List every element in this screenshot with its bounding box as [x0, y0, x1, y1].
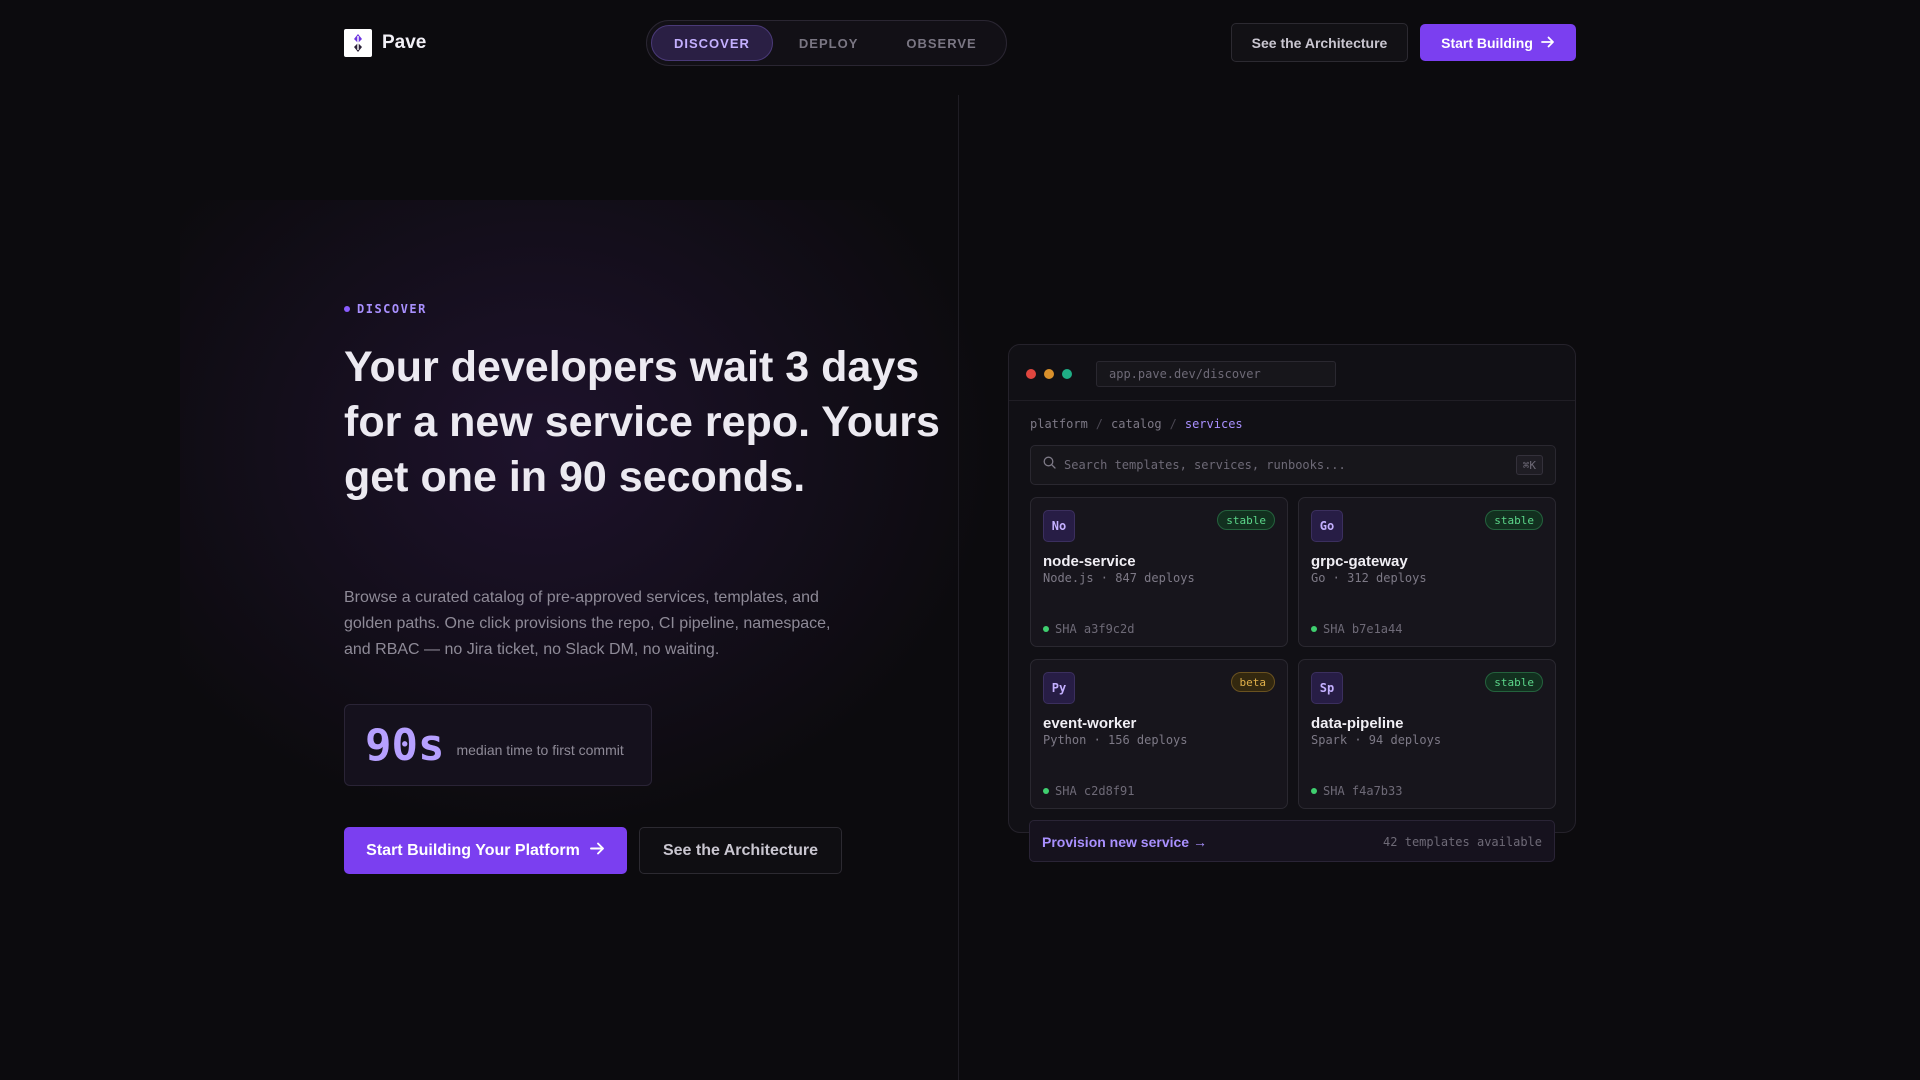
sha-text: SHA b7e1a44 — [1323, 622, 1403, 636]
status-badge: stable — [1485, 510, 1543, 530]
service-name: event-worker — [1043, 715, 1137, 732]
service-card-event-worker[interactable]: Py beta event-worker Python · 156 deploy… — [1030, 659, 1288, 809]
section-eyebrow: DISCOVER — [344, 302, 427, 316]
window-maximize-dot-icon — [1062, 369, 1072, 379]
eyebrow-label: DISCOVER — [357, 302, 427, 316]
tab-deploy[interactable]: DEPLOY — [777, 25, 880, 61]
breadcrumb-catalog[interactable]: catalog — [1111, 417, 1162, 431]
stat-value: 90s — [365, 719, 445, 771]
tab-discover[interactable]: DISCOVER — [651, 25, 773, 61]
status-dot-icon — [1311, 626, 1317, 632]
service-meta: Go · 312 deploys — [1311, 571, 1427, 585]
service-avatar: No — [1043, 510, 1075, 542]
stat-label: median time to first commit — [456, 742, 624, 758]
status-dot-icon — [1311, 788, 1317, 794]
breadcrumb-platform[interactable]: platform — [1030, 417, 1088, 431]
status-badge: beta — [1230, 672, 1275, 692]
status-dot-icon — [1043, 788, 1049, 794]
window-close-dot-icon — [1026, 369, 1036, 379]
service-card-node-service[interactable]: No stable node-service Node.js · 847 dep… — [1030, 497, 1288, 647]
cta-primary-label: Start Building Your Platform — [366, 841, 580, 859]
brand-name: Pave — [382, 32, 427, 53]
service-card-grpc-gateway[interactable]: Go stable grpc-gateway Go · 312 deploys … — [1298, 497, 1556, 647]
app-preview-window: app.pave.dev/discover platform / catalog… — [1008, 344, 1576, 833]
service-meta: Spark · 94 deploys — [1311, 733, 1442, 747]
pave-logo-icon — [344, 29, 372, 57]
status-badge: stable — [1217, 510, 1275, 530]
url-bar[interactable]: app.pave.dev/discover — [1096, 361, 1336, 387]
search-icon — [1043, 456, 1056, 474]
start-building-button[interactable]: Start Building — [1420, 24, 1576, 61]
see-architecture-button[interactable]: See the Architecture — [1231, 23, 1408, 62]
service-sha: SHA f4a7b33 — [1311, 784, 1402, 798]
stat-box: 90s median time to first commit — [344, 704, 652, 786]
sha-text: SHA a3f9c2d — [1055, 622, 1135, 636]
hero-subtext: Browse a curated catalog of pre-approved… — [344, 589, 831, 658]
arrow-right-icon — [1540, 35, 1555, 51]
service-name: node-service — [1043, 553, 1136, 570]
window-titlebar: app.pave.dev/discover — [1009, 345, 1575, 401]
background-glow — [180, 200, 1080, 900]
service-avatar: Sp — [1311, 672, 1343, 704]
service-sha: SHA a3f9c2d — [1043, 622, 1134, 636]
status-dot-icon — [1043, 626, 1049, 632]
tab-observe[interactable]: OBSERVE — [884, 25, 998, 61]
breadcrumb-separator: / — [1095, 417, 1104, 431]
arrow-right-icon — [589, 842, 605, 860]
vertical-divider — [958, 95, 959, 1080]
provision-bar: Provision new service → 42 templates ava… — [1029, 820, 1555, 862]
start-building-label: Start Building — [1441, 34, 1533, 51]
eyebrow-dot-icon — [344, 306, 350, 312]
see-architecture-cta[interactable]: See the Architecture — [639, 827, 842, 874]
service-sha: SHA b7e1a44 — [1311, 622, 1402, 636]
status-badge: stable — [1485, 672, 1543, 692]
catalog-search-input[interactable]: Search templates, services, runbooks... … — [1030, 445, 1556, 485]
service-name: data-pipeline — [1311, 715, 1404, 732]
sha-text: SHA f4a7b33 — [1323, 784, 1403, 798]
section-tabs: DISCOVER DEPLOY OBSERVE — [646, 20, 1007, 66]
service-avatar: Py — [1043, 672, 1075, 704]
service-meta: Python · 156 deploys — [1043, 733, 1188, 747]
search-shortcut-badge: ⌘K — [1515, 455, 1543, 475]
sha-text: SHA c2d8f91 — [1055, 784, 1135, 798]
hero-headline: Your developers wait 3 days for a new se… — [344, 343, 940, 501]
service-sha: SHA c2d8f91 — [1043, 784, 1134, 798]
window-minimize-dot-icon — [1044, 369, 1054, 379]
service-meta: Node.js · 847 deploys — [1043, 571, 1195, 585]
search-placeholder: Search templates, services, runbooks... — [1064, 458, 1346, 472]
top-nav: Pave DISCOVER DEPLOY OBSERVE See the Arc… — [0, 0, 1920, 85]
start-building-platform-button[interactable]: Start Building Your Platform — [344, 827, 627, 874]
service-name: grpc-gateway — [1311, 553, 1408, 570]
service-card-data-pipeline[interactable]: Sp stable data-pipeline Spark · 94 deplo… — [1298, 659, 1556, 809]
brand-logo[interactable]: Pave — [344, 29, 426, 57]
breadcrumb-separator: / — [1169, 417, 1177, 431]
service-avatar: Go — [1311, 510, 1343, 542]
templates-count: 42 templates available — [1383, 835, 1542, 849]
provision-new-service-link[interactable]: Provision new service → — [1042, 834, 1207, 850]
breadcrumb-services: services — [1184, 417, 1243, 431]
breadcrumb: platform / catalog / services — [1030, 417, 1243, 431]
